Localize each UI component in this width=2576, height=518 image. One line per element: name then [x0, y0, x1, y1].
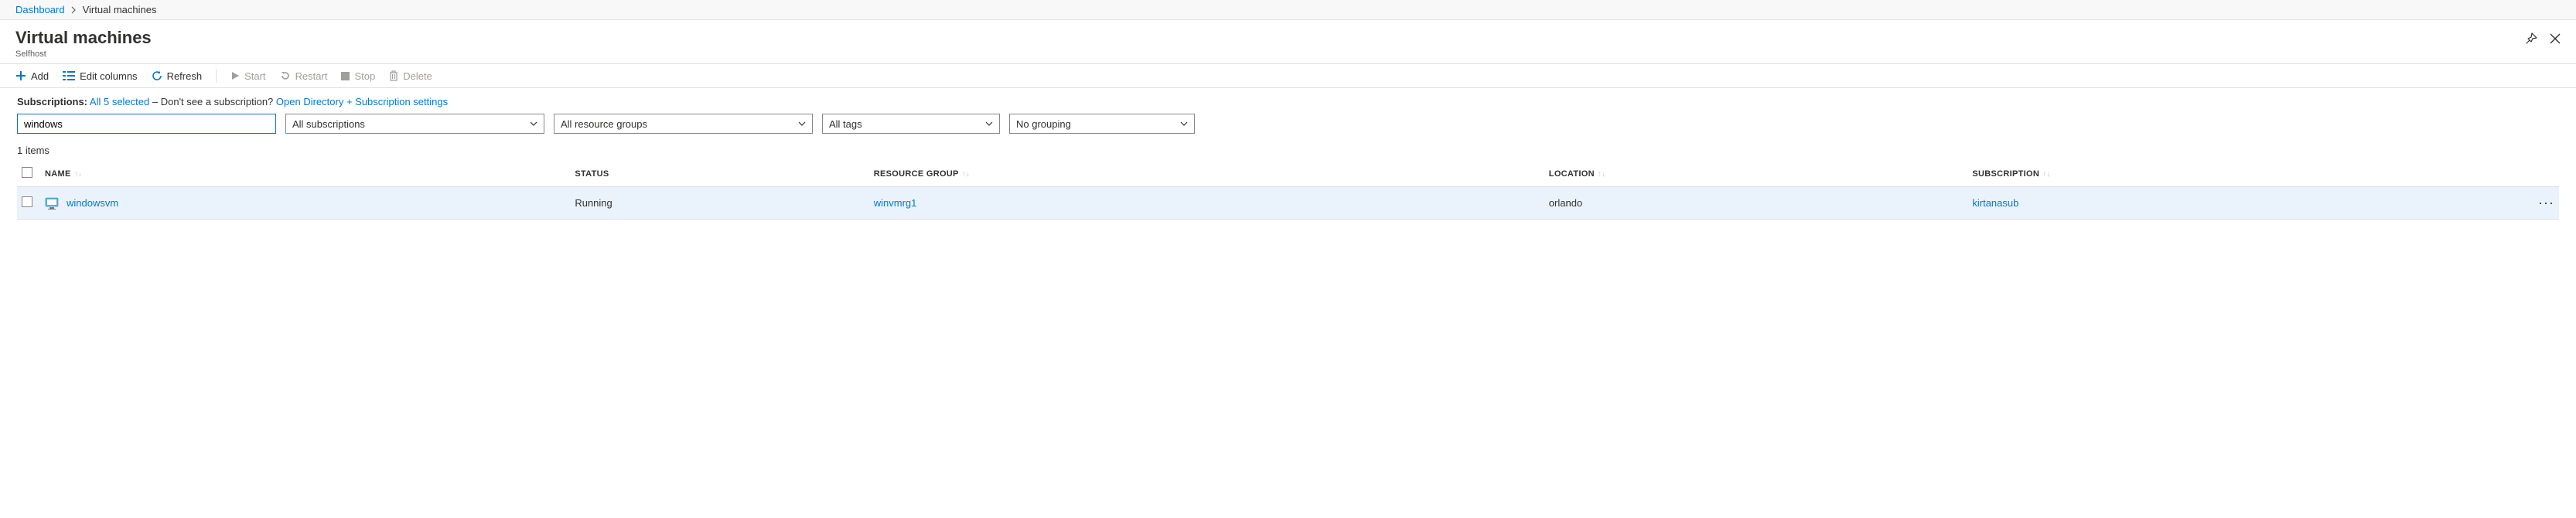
add-button[interactable]: Add [15, 70, 49, 82]
filter-bar: All subscriptions All resource groups Al… [0, 114, 2576, 141]
column-header-location[interactable]: Location↑↓ [1544, 161, 1968, 187]
column-header-status[interactable]: Status [570, 161, 868, 187]
subscriptions-dropdown-value: All subscriptions [292, 118, 365, 130]
subscriptions-dropdown[interactable]: All subscriptions [285, 114, 544, 134]
tags-dropdown[interactable]: All tags [822, 114, 1000, 134]
sort-icon: ↑↓ [962, 170, 971, 179]
command-bar: Add Edit columns Refresh Start Restart S… [0, 63, 2576, 88]
select-all-header[interactable] [17, 161, 40, 187]
columns-icon [63, 71, 75, 80]
refresh-label: Refresh [167, 70, 203, 82]
play-icon [230, 71, 240, 80]
page-header: Virtual machines Selfhost [0, 20, 2576, 63]
search-input[interactable] [17, 114, 276, 134]
breadcrumb: Dashboard Virtual machines [0, 0, 2576, 20]
delete-button: Delete [389, 70, 432, 82]
subscriptions-selected-link[interactable]: All 5 selected [90, 96, 149, 107]
row-checkbox[interactable] [22, 196, 32, 207]
page-subtitle: Selfhost [15, 49, 152, 59]
refresh-icon [152, 70, 162, 81]
resource-groups-dropdown[interactable]: All resource groups [554, 114, 813, 134]
checkbox-icon[interactable] [22, 167, 32, 178]
breadcrumb-separator [71, 6, 77, 14]
breadcrumb-current: Virtual machines [83, 4, 157, 15]
table-row[interactable]: windowsvm Running winvmrg1 orlando kirta… [17, 187, 2559, 220]
resource-group-link[interactable]: winvmrg1 [874, 197, 917, 209]
edit-columns-button[interactable]: Edit columns [63, 70, 137, 82]
chevron-down-icon [1180, 121, 1188, 126]
restart-button: Restart [280, 70, 328, 82]
row-actions-button[interactable]: ··· [2538, 195, 2554, 210]
subscriptions-settings-link[interactable]: Open Directory + Subscription settings [276, 96, 448, 107]
stop-label: Stop [354, 70, 375, 82]
results-grid: Name↑↓ Status Resource group↑↓ Location↑… [0, 161, 2576, 220]
start-label: Start [244, 70, 265, 82]
stop-icon [341, 72, 350, 80]
sort-icon: ↑↓ [2042, 170, 2051, 179]
sort-icon: ↑↓ [1598, 170, 1606, 179]
subscriptions-hint: – Don't see a subscription? [152, 96, 276, 107]
subscriptions-info: Subscriptions: All 5 selected – Don't se… [0, 88, 2576, 114]
plus-icon [15, 70, 26, 81]
vm-location: orlando [1544, 187, 1968, 220]
add-label: Add [31, 70, 49, 82]
start-button: Start [230, 70, 265, 82]
resource-groups-dropdown-value: All resource groups [561, 118, 647, 130]
stop-button: Stop [341, 70, 375, 82]
vm-status: Running [570, 187, 868, 220]
grouping-dropdown-value: No grouping [1016, 118, 1071, 130]
edit-columns-label: Edit columns [80, 70, 137, 82]
chevron-down-icon [798, 121, 806, 126]
page-title: Virtual machines [15, 28, 152, 48]
chevron-down-icon [985, 121, 993, 126]
refresh-button[interactable]: Refresh [152, 70, 203, 82]
restart-icon [280, 70, 291, 81]
column-header-subscription[interactable]: Subscription↑↓ [1967, 161, 2528, 187]
delete-label: Delete [403, 70, 432, 82]
grouping-dropdown[interactable]: No grouping [1009, 114, 1195, 134]
close-icon[interactable] [2550, 33, 2561, 44]
results-count: 1 items [0, 141, 2576, 161]
subscription-link[interactable]: kirtanasub [1972, 197, 2018, 209]
vm-icon [45, 197, 59, 210]
sort-icon: ↑↓ [74, 170, 83, 179]
breadcrumb-root-link[interactable]: Dashboard [15, 4, 65, 15]
vm-name-link[interactable]: windowsvm [67, 197, 118, 209]
subscriptions-label: Subscriptions: [17, 96, 87, 107]
restart-label: Restart [295, 70, 328, 82]
chevron-down-icon [530, 121, 537, 126]
column-header-resource-group[interactable]: Resource group↑↓ [869, 161, 1544, 187]
column-header-name[interactable]: Name↑↓ [40, 161, 570, 187]
toolbar-divider [216, 69, 217, 83]
tags-dropdown-value: All tags [829, 118, 862, 130]
pin-icon[interactable] [2525, 32, 2537, 45]
trash-icon [389, 70, 398, 81]
